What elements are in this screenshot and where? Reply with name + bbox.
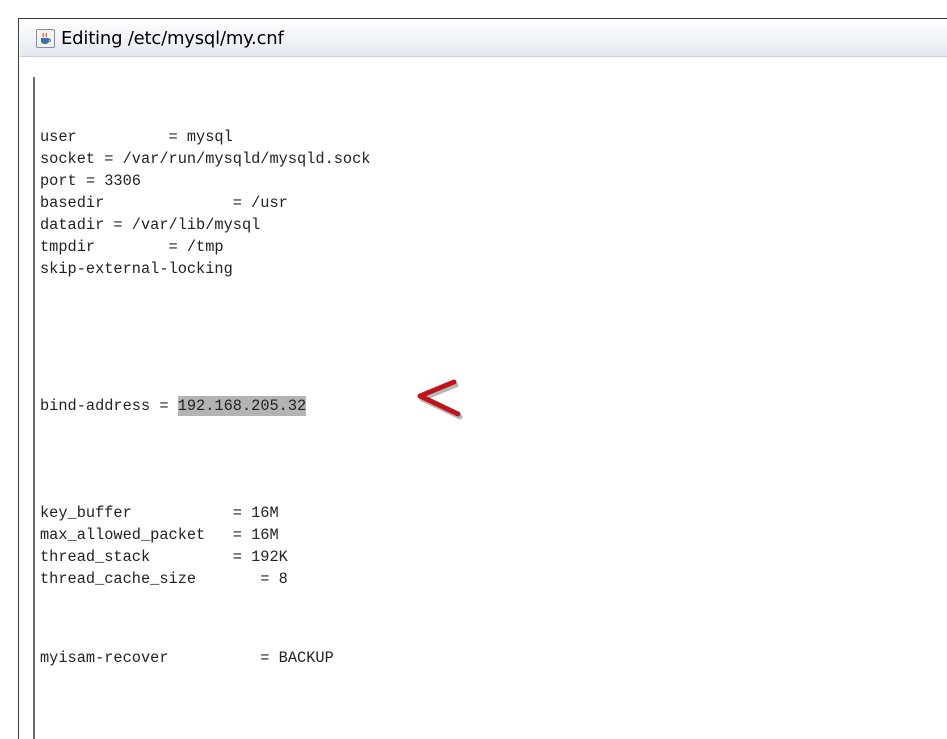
config-line-socket[interactable]: socket = /var/run/mysqld/mysqld.sock — [40, 150, 370, 168]
config-line-basedir[interactable]: basedir = /usr — [40, 194, 288, 212]
title-bar[interactable]: Editing /etc/mysql/my.cnf — [20, 20, 947, 57]
window-title: Editing /etc/mysql/my.cnf — [61, 27, 284, 49]
config-line-user[interactable]: user = mysql — [40, 128, 233, 146]
editor-window: Editing /etc/mysql/my.cnf user = mysql s… — [18, 18, 947, 739]
config-line-thread-cache-size[interactable]: thread_cache_size = 8 — [40, 570, 288, 588]
text-editor-area[interactable]: user = mysql socket = /var/run/mysqld/my… — [33, 77, 947, 739]
config-line-max-allowed-packet[interactable]: max_allowed_packet = 16M — [40, 526, 279, 544]
java-coffee-cup-icon — [36, 28, 55, 48]
config-line-myisam-recover[interactable]: myisam-recover = BACKUP — [40, 649, 334, 667]
red-arrow-icon — [417, 379, 463, 420]
config-line-skip-external-locking[interactable]: skip-external-locking — [40, 260, 233, 278]
config-line-port[interactable]: port = 3306 — [40, 172, 141, 190]
config-line-key-buffer[interactable]: key_buffer = 16M — [40, 504, 279, 522]
config-line-bind-address[interactable]: bind-address = 192.168.205.32 — [40, 396, 307, 416]
bind-address-key: bind-address = — [40, 397, 178, 415]
config-line-thread-stack[interactable]: thread_stack = 192K — [40, 548, 288, 566]
selected-ip-address[interactable]: 192.168.205.32 — [177, 396, 307, 416]
config-line-datadir[interactable]: datadir = /var/lib/mysql — [40, 216, 260, 234]
config-line-tmpdir[interactable]: tmpdir = /tmp — [40, 238, 224, 256]
